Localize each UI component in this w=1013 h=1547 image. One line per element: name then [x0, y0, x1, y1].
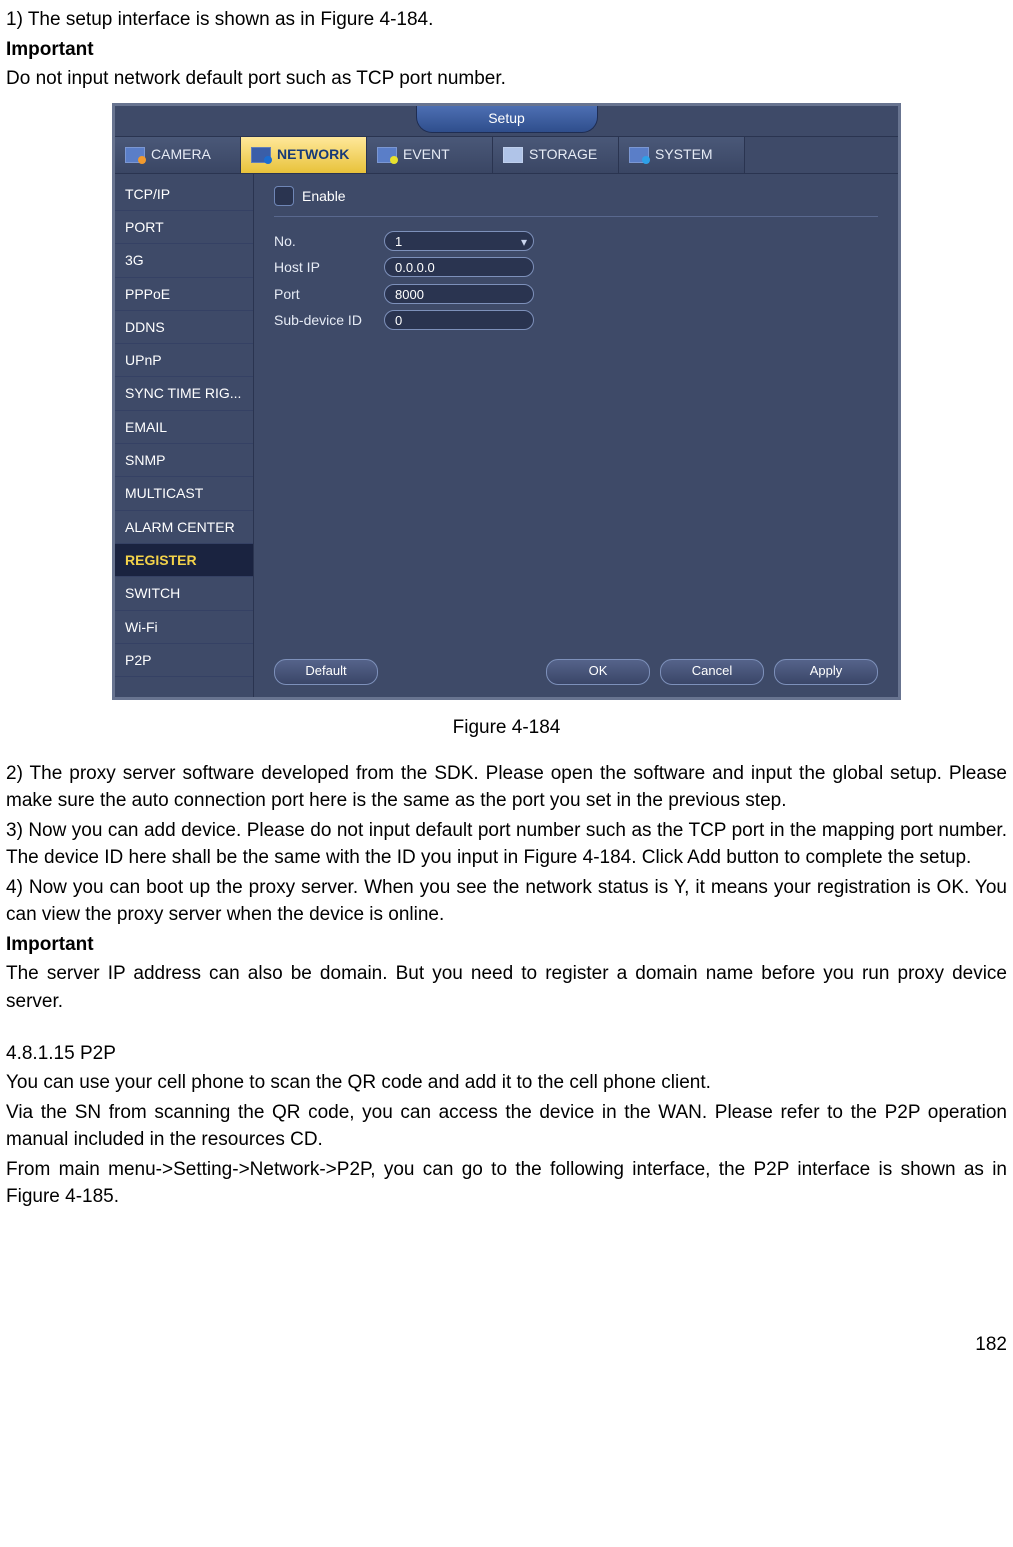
side-item-alarm-center[interactable]: ALARM CENTER [115, 511, 253, 544]
side-item-p2p[interactable]: P2P [115, 644, 253, 677]
paragraph-4: 4) Now you can boot up the proxy server.… [6, 874, 1007, 929]
tab-system[interactable]: SYSTEM [619, 137, 745, 173]
important-text: Do not input network default port such a… [6, 65, 1007, 93]
port-label: Port [274, 284, 374, 304]
tab-camera[interactable]: CAMERA [115, 137, 241, 173]
paragraph-5: You can use your cell phone to scan the … [6, 1069, 1007, 1097]
side-item-pppoe[interactable]: PPPoE [115, 278, 253, 311]
no-label: No. [274, 231, 374, 251]
cancel-button[interactable]: Cancel [660, 659, 764, 685]
side-item-sync-time-rig[interactable]: SYNC TIME RIG... [115, 377, 253, 410]
tab-system-label: SYSTEM [655, 144, 713, 164]
host-ip-input[interactable]: 0.0.0.0 [384, 257, 534, 277]
tab-event[interactable]: EVENT [367, 137, 493, 173]
no-dropdown[interactable]: 1 [384, 231, 534, 251]
side-item-wi-fi[interactable]: Wi-Fi [115, 611, 253, 644]
network-icon [251, 147, 271, 163]
page-number: 182 [6, 1331, 1007, 1359]
side-item-snmp[interactable]: SNMP [115, 444, 253, 477]
host-ip-label: Host IP [274, 257, 374, 277]
nvr-setup-screenshot: Setup CAMERA NETWORK EVENT STORAGE SYSTE… [112, 103, 901, 700]
side-item-multicast[interactable]: MULTICAST [115, 477, 253, 510]
side-item-register[interactable]: REGISTER [115, 544, 253, 577]
side-item-email[interactable]: EMAIL [115, 411, 253, 444]
side-nav: TCP/IPPORT3GPPPoEDDNSUPnPSYNC TIME RIG..… [115, 174, 254, 697]
form-area: Enable No. 1 Host IP 0.0.0.0 Port 8000 S… [254, 174, 898, 697]
side-item-upnp[interactable]: UPnP [115, 344, 253, 377]
tab-camera-label: CAMERA [151, 144, 211, 164]
important-text-2: The server IP address can also be domain… [6, 960, 1007, 1015]
main-tabs: CAMERA NETWORK EVENT STORAGE SYSTEM [115, 136, 898, 174]
side-item-ddns[interactable]: DDNS [115, 311, 253, 344]
side-item-port[interactable]: PORT [115, 211, 253, 244]
tab-storage[interactable]: STORAGE [493, 137, 619, 173]
tab-event-label: EVENT [403, 144, 450, 164]
paragraph-3: 3) Now you can add device. Please do not… [6, 817, 1007, 872]
side-item-3g[interactable]: 3G [115, 244, 253, 277]
subdev-label: Sub-device ID [274, 310, 374, 330]
event-icon [377, 147, 397, 163]
apply-button[interactable]: Apply [774, 659, 878, 685]
enable-checkbox[interactable] [274, 186, 294, 206]
camera-icon [125, 147, 145, 163]
paragraph-6: Via the SN from scanning the QR code, yo… [6, 1099, 1007, 1154]
section-heading-p2p: 4.8.1.15 P2P [6, 1040, 1007, 1068]
default-button[interactable]: Default [274, 659, 378, 685]
ok-button[interactable]: OK [546, 659, 650, 685]
side-item-tcp-ip[interactable]: TCP/IP [115, 178, 253, 211]
paragraph-2: 2) The proxy server software developed f… [6, 760, 1007, 815]
form-divider [274, 216, 878, 217]
intro-line-1: 1) The setup interface is shown as in Fi… [6, 6, 1007, 34]
storage-icon [503, 147, 523, 163]
enable-label: Enable [302, 186, 346, 206]
subdev-input[interactable]: 0 [384, 310, 534, 330]
important-label: Important [6, 36, 1007, 64]
tab-network[interactable]: NETWORK [241, 137, 367, 173]
port-input[interactable]: 8000 [384, 284, 534, 304]
system-icon [629, 147, 649, 163]
paragraph-7: From main menu->Setting->Network->P2P, y… [6, 1156, 1007, 1211]
setup-title-pill: Setup [416, 106, 598, 133]
side-item-switch[interactable]: SWITCH [115, 577, 253, 610]
title-bar: Setup [115, 106, 898, 136]
tab-network-label: NETWORK [277, 144, 349, 164]
figure-caption: Figure 4-184 [6, 714, 1007, 742]
important-label-2: Important [6, 931, 1007, 959]
tab-storage-label: STORAGE [529, 144, 597, 164]
